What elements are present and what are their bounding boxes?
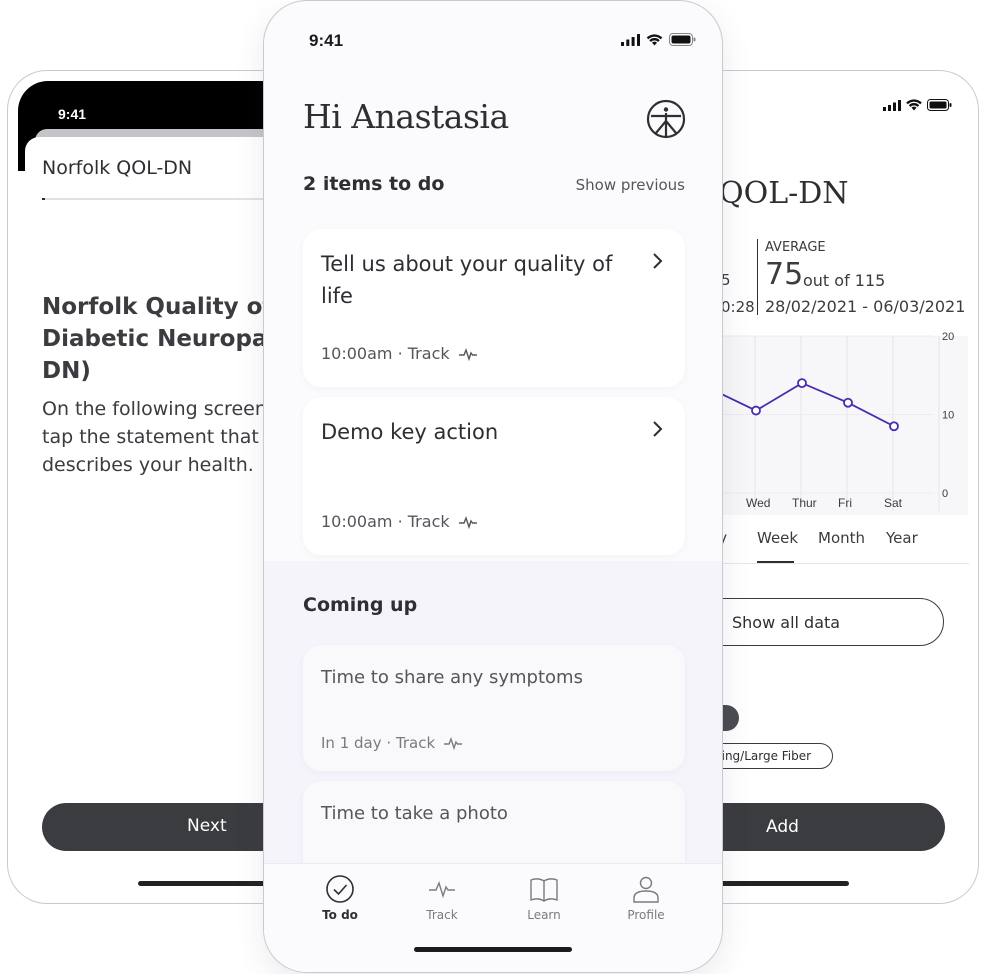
todo-card-title: Tell us about your quality of life bbox=[321, 252, 613, 308]
tab-year[interactable]: Year bbox=[886, 529, 918, 547]
tab-label: To do bbox=[322, 908, 358, 922]
average-value: 75 bbox=[765, 257, 804, 292]
chart-x-tick-label: Fri bbox=[838, 496, 852, 510]
tab-label: Learn bbox=[527, 908, 561, 922]
left-screen-title: Norfolk QOL-DN bbox=[42, 157, 193, 179]
bottom-tab-bar: To do Track Learn Profile bbox=[264, 863, 722, 972]
chart-y-tick-label: 20 bbox=[942, 331, 954, 343]
tab-month[interactable]: Month bbox=[818, 529, 865, 547]
coming-up-heading: Coming up bbox=[303, 594, 418, 616]
tab-learn[interactable]: Learn bbox=[504, 874, 584, 922]
chart-x-tick-label: Wed bbox=[746, 496, 770, 510]
todo-card-meta: 10:00am · Track bbox=[321, 512, 478, 531]
show-previous-link[interactable]: Show previous bbox=[576, 176, 685, 194]
chevron-right-icon bbox=[653, 421, 663, 437]
upcoming-card[interactable]: Time to share any symptoms In 1 day · Tr… bbox=[303, 645, 685, 771]
tab-to-do[interactable]: To do bbox=[300, 874, 380, 922]
tab-label: Track bbox=[426, 908, 458, 922]
average-label: AVERAGE bbox=[765, 240, 826, 255]
signal-icon bbox=[883, 99, 901, 111]
todo-card-meta: 10:00am · Track bbox=[321, 344, 478, 363]
average-divider bbox=[757, 239, 758, 315]
pulse-icon bbox=[444, 736, 463, 750]
filter-chip-label: ning/Large Fiber bbox=[714, 749, 812, 763]
greeting-title: Hi Anastasia bbox=[303, 97, 509, 136]
right-screen-title: QOL-DN bbox=[719, 176, 849, 211]
battery-icon bbox=[927, 99, 952, 111]
chart-data-point bbox=[843, 397, 853, 408]
tab-track[interactable]: Track bbox=[402, 874, 482, 922]
brand-logo-icon[interactable] bbox=[646, 99, 686, 139]
chart-x-tick-label: Thur bbox=[792, 496, 817, 510]
person-icon bbox=[633, 876, 659, 903]
right-stat-fragment: 0:28 bbox=[721, 298, 755, 316]
chart-y-tick-label: 0 bbox=[942, 488, 948, 500]
upcoming-card-meta: In 1 day · Track bbox=[321, 734, 463, 752]
todo-card-meta-text: 10:00am · Track bbox=[321, 344, 450, 363]
chart-data-point bbox=[751, 405, 761, 416]
todo-card-meta-text: 10:00am · Track bbox=[321, 512, 450, 531]
status-bar: 9:41 bbox=[264, 1, 722, 61]
tab-profile[interactable]: Profile bbox=[606, 874, 686, 922]
items-to-do-heading: 2 items to do bbox=[303, 173, 445, 195]
left-progress-fill bbox=[42, 198, 45, 200]
center-phone-mockup: 9:41 Hi Anastasia 2 items to do Show pre… bbox=[263, 0, 723, 973]
signal-icon bbox=[621, 33, 640, 46]
active-tab-indicator bbox=[757, 561, 794, 563]
left-status-time: 9:41 bbox=[58, 106, 87, 122]
average-suffix: out of 115 bbox=[803, 271, 886, 290]
todo-card[interactable]: Tell us about your quality of life 10:00… bbox=[303, 229, 685, 387]
add-button-label: Add bbox=[766, 817, 799, 837]
tab-week[interactable]: Week bbox=[757, 529, 798, 547]
right-status-icons bbox=[883, 99, 952, 111]
chart-x-tick-label: Sat bbox=[884, 496, 903, 510]
pulse-icon bbox=[429, 880, 455, 899]
pulse-icon bbox=[458, 515, 477, 529]
wifi-icon bbox=[906, 99, 922, 111]
chart-data-point bbox=[889, 421, 899, 432]
status-icons bbox=[621, 33, 696, 46]
home-indicator bbox=[414, 947, 572, 952]
battery-icon bbox=[669, 33, 696, 46]
upcoming-card-title: Time to take a photo bbox=[321, 803, 508, 824]
todo-card-title: Demo key action bbox=[321, 420, 499, 444]
upcoming-card-title: Time to share any symptoms bbox=[321, 667, 583, 688]
check-circle-icon bbox=[326, 875, 354, 903]
upcoming-card-meta-text: In 1 day · Track bbox=[321, 734, 436, 752]
right-home-indicator bbox=[709, 881, 849, 886]
average-date-range: 28/02/2021 - 06/03/2021 bbox=[765, 297, 966, 316]
chart-y-tick-label: 10 bbox=[942, 410, 954, 422]
status-time: 9:41 bbox=[309, 31, 344, 50]
chart-data-point bbox=[797, 378, 807, 388]
wifi-icon bbox=[646, 33, 663, 45]
tab-label: Profile bbox=[627, 908, 665, 922]
todo-card[interactable]: Demo key action 10:00am · Track bbox=[303, 397, 685, 555]
chevron-right-icon bbox=[653, 253, 663, 269]
pulse-icon bbox=[458, 347, 477, 361]
book-icon bbox=[530, 878, 558, 902]
show-all-data-button[interactable]: Show all data bbox=[689, 598, 944, 646]
next-button-label: Next bbox=[187, 816, 227, 836]
show-all-data-label: Show all data bbox=[732, 613, 841, 632]
